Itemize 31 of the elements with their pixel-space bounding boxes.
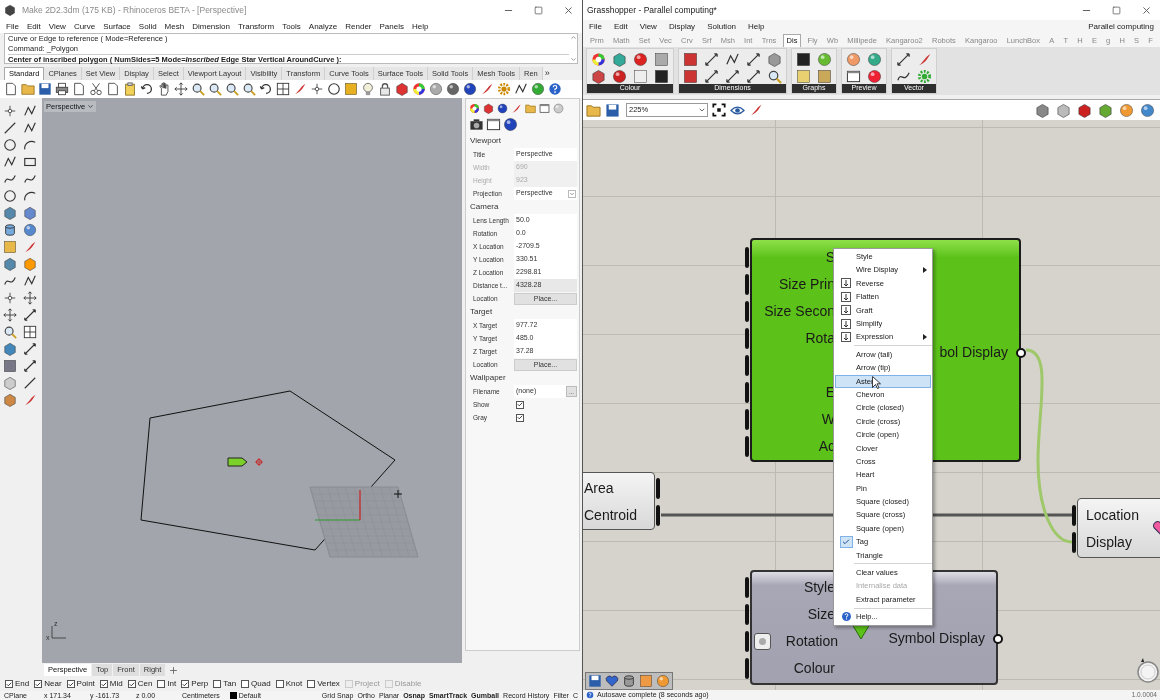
output-label: Symbol Display [888,629,985,648]
section-header: Target [469,306,494,318]
osnap-label: Point [76,678,95,690]
osnap-label: Quad [251,678,271,690]
osnap-label: Knot [285,678,303,690]
section-header: Wallpaper [469,372,507,384]
osnap-label: Vertex [317,678,340,690]
osnap-label: Tan [223,678,237,690]
osnap-label: Perp [191,678,209,690]
window-title: Make 2D2.3dm (175 KB) - Rhinoceros BETA - [Perspective] [22,3,247,17]
osnap-label: End [15,678,30,690]
osnap-label: Disable [394,678,422,690]
output-label: Centroid [584,506,637,525]
osnap-label: Cen [137,678,153,690]
window-title: Grasshopper - Parallel computing* [587,3,717,17]
section-header: Viewport [469,135,502,147]
input-label: Ac [818,437,835,456]
osnap-label: Mid [109,678,123,690]
osnap-label: Near [44,678,62,690]
input-label: Style [803,578,835,597]
input-label: Location [1086,506,1139,525]
document-name: Parallel computing [1088,20,1154,33]
input-label: Colour [793,659,835,678]
input-label: Rotation [785,632,838,651]
output-label: bol Display [939,343,1008,362]
input-label: Display [1086,533,1132,552]
section-header: Camera [469,201,500,213]
osnap-label: Int [167,678,177,690]
output-label: Area [584,479,614,498]
osnap-label: Project [354,678,380,690]
input-label: Size [807,605,835,624]
